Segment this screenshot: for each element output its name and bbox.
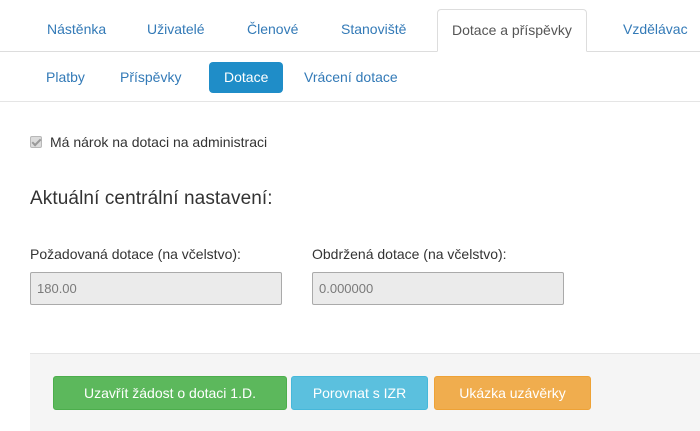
form-actions-bar: Uzavřít žádost o dotaci 1.D. Porovnat s … [30, 353, 700, 431]
requested-subsidy-input[interactable]: 180.00 [30, 272, 282, 305]
received-subsidy-label: Obdržená dotace (na včelstvo): [312, 246, 507, 262]
received-subsidy-input[interactable]: 0.000000 [312, 272, 564, 305]
tab-nastenka[interactable]: Nástěnka [47, 9, 106, 52]
requested-subsidy-label: Požadovaná dotace (na včelstvo): [30, 246, 241, 262]
section-heading: Aktuální centrální nastavení: [30, 188, 273, 209]
subtab-platby[interactable]: Platby [46, 62, 85, 93]
tab-vzdelavani[interactable]: Vzdělávac [623, 9, 688, 52]
main-nav-tabs: Nástěnka Uživatelé Členové Stanoviště Do… [0, 0, 700, 52]
closing-preview-button[interactable]: Ukázka uzávěrky [434, 376, 591, 410]
compare-izr-button[interactable]: Porovnat s IZR [291, 376, 428, 410]
eligibility-checkbox[interactable] [30, 136, 42, 148]
eligibility-row: Má nárok na dotaci na administraci [30, 133, 267, 151]
subtab-vraceni-dotace[interactable]: Vrácení dotace [304, 62, 398, 93]
tab-uzivatele[interactable]: Uživatelé [147, 9, 205, 52]
subtab-prispevky[interactable]: Příspěvky [120, 62, 181, 93]
tab-stanoviste[interactable]: Stanoviště [341, 9, 406, 52]
sub-nav-pills: Platby Příspěvky Dotace Vrácení dotace [0, 52, 700, 102]
subtab-dotace[interactable]: Dotace [209, 62, 284, 93]
close-request-button[interactable]: Uzavřít žádost o dotaci 1.D. [53, 376, 287, 410]
eligibility-label: Má nárok na dotaci na administraci [50, 134, 268, 150]
tab-dotace-a-prispevky[interactable]: Dotace a příspěvky [437, 9, 587, 52]
tab-clenove[interactable]: Členové [247, 9, 298, 52]
